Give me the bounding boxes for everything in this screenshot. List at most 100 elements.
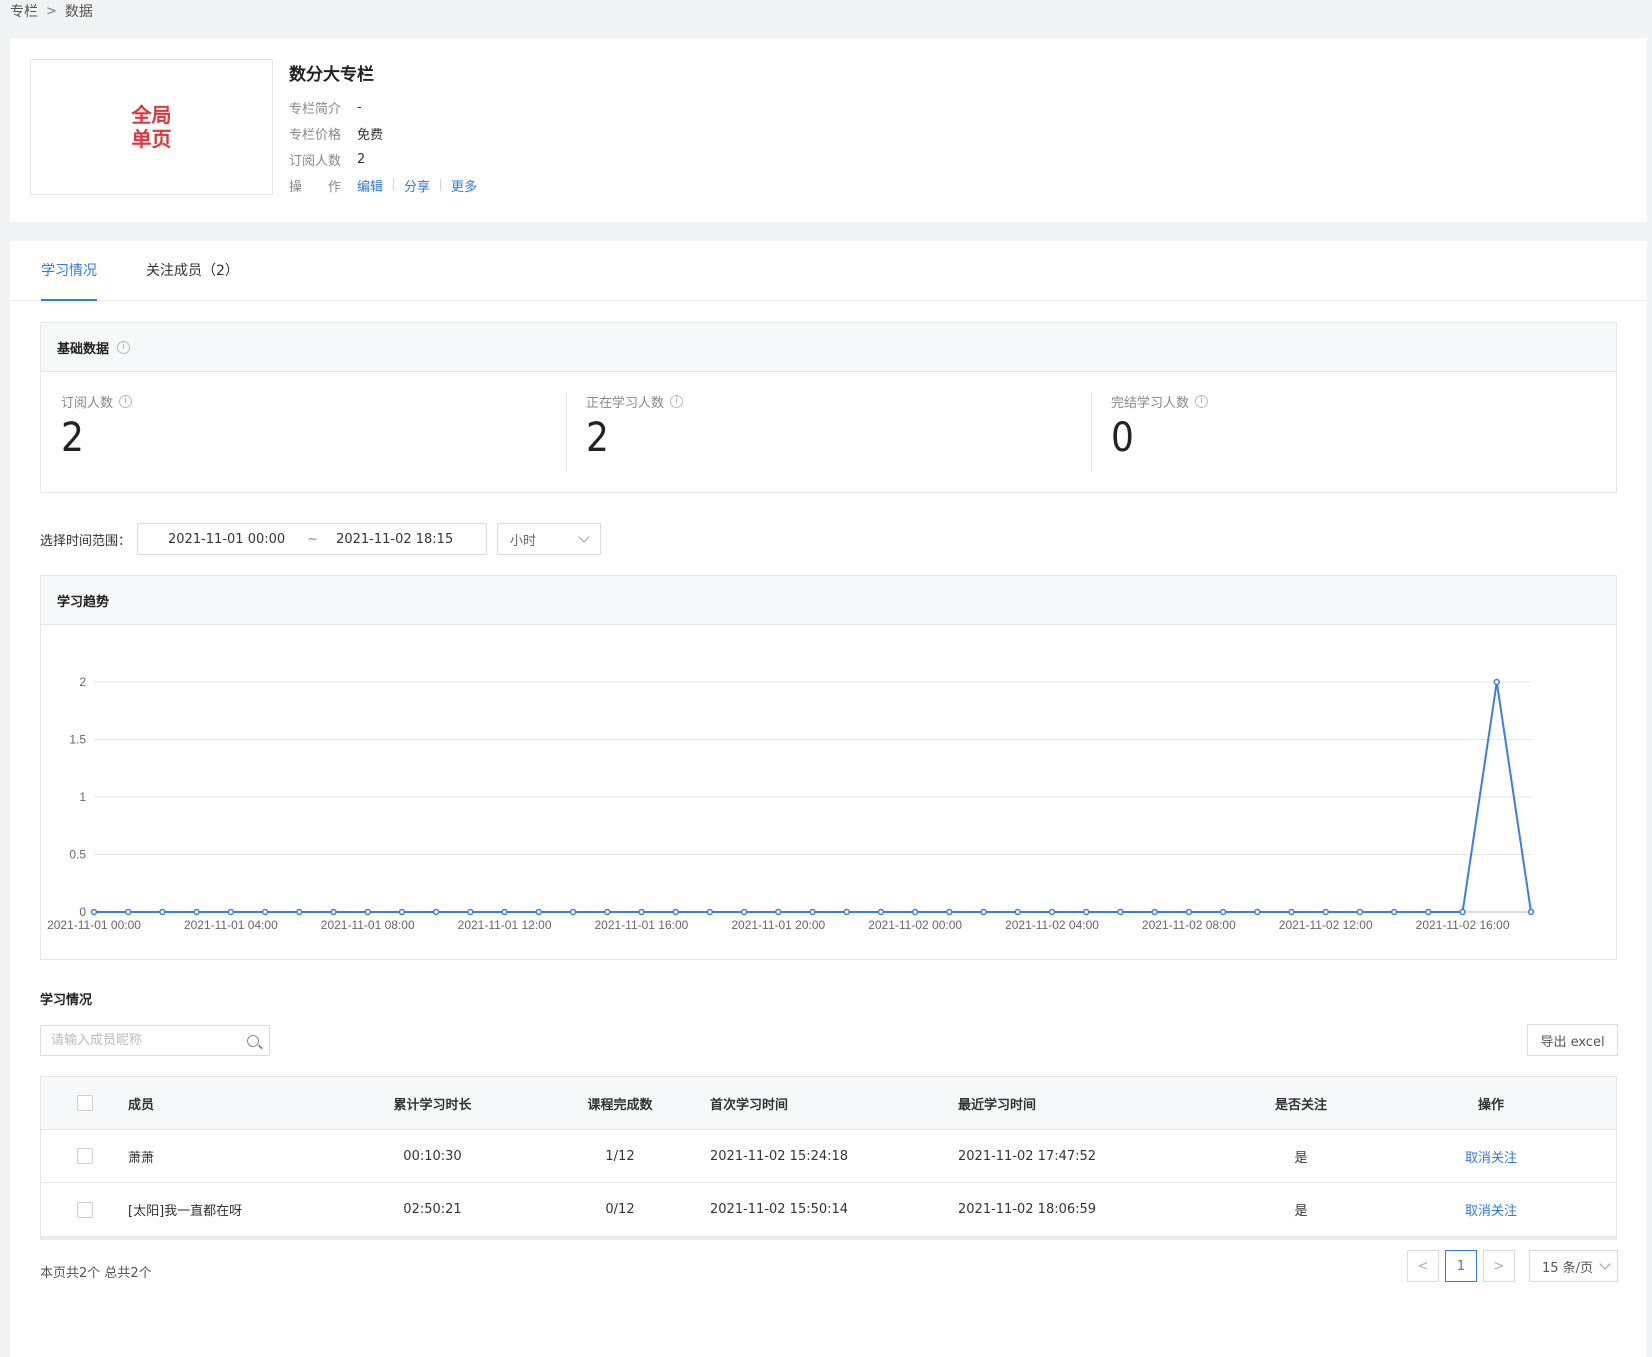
data-point[interactable]	[467, 908, 474, 916]
data-point[interactable]	[638, 908, 645, 916]
stat-value: 2	[61, 415, 85, 461]
member-search	[40, 1025, 270, 1056]
data-point[interactable]	[124, 908, 132, 916]
info-icon[interactable]: i	[670, 395, 684, 408]
trend-title: 学习趋势	[57, 594, 110, 610]
data-point[interactable]	[330, 908, 337, 916]
date-range-picker[interactable]: 2021-11-01 00:00 ~ 2021-11-02 18:15	[137, 523, 488, 555]
data-point[interactable]	[398, 908, 406, 916]
prev-page-button[interactable]: <	[1407, 1250, 1439, 1282]
data-point[interactable]	[1322, 908, 1329, 916]
chevron-down-icon	[578, 531, 590, 543]
edit-link[interactable]: 编辑	[357, 176, 383, 195]
data-point[interactable]	[261, 908, 269, 916]
unfollow-link[interactable]: 取消关注	[1465, 1204, 1517, 1219]
info-icon[interactable]: i	[119, 395, 133, 408]
next-page-button[interactable]: >	[1483, 1250, 1515, 1282]
x-tick-label: 2021-11-01 20:00	[731, 918, 825, 932]
data-point[interactable]	[1425, 908, 1432, 916]
header-operation: 操作	[1477, 1097, 1504, 1113]
data-point[interactable]	[501, 908, 508, 916]
data-point[interactable]	[1356, 908, 1364, 916]
range-start[interactable]: 2021-11-01 00:00	[168, 532, 285, 547]
data-point[interactable]	[1254, 908, 1261, 916]
data-point[interactable]	[603, 908, 611, 916]
table-header: 成员 累计学习时长 课程完成数 首次学习时间 最近学习时间 是否关注 操作	[41, 1077, 1616, 1130]
data-point[interactable]	[911, 908, 919, 916]
data-point[interactable]	[1288, 908, 1295, 916]
data-point[interactable]	[1185, 908, 1193, 916]
data-point[interactable]	[227, 908, 235, 916]
data-point[interactable]	[535, 908, 543, 916]
meta-intro-label: 专栏简介	[289, 101, 342, 117]
data-point[interactable]	[193, 908, 200, 916]
tab-study[interactable]: 学习情况	[41, 241, 97, 301]
page-button-current[interactable]: 1	[1445, 1250, 1477, 1282]
data-point[interactable]	[1219, 908, 1227, 916]
cover-text-line1: 全局	[131, 103, 172, 127]
data-point[interactable]	[775, 908, 782, 916]
search-icon[interactable]	[247, 1034, 259, 1047]
more-link[interactable]: 更多	[451, 176, 477, 195]
data-point[interactable]	[980, 908, 987, 916]
row-checkbox[interactable]	[76, 1148, 93, 1164]
data-point[interactable]	[706, 908, 714, 916]
data-point[interactable]	[1117, 908, 1124, 916]
stat-label: 完结学习人数	[1111, 396, 1190, 411]
data-point[interactable]	[432, 908, 440, 916]
range-end[interactable]: 2021-11-02 18:15	[336, 532, 453, 547]
granularity-value: 小时	[510, 533, 537, 549]
range-tilde: ~	[307, 531, 319, 547]
basic-data-title: 基础数据	[57, 341, 110, 357]
unfollow-link[interactable]: 取消关注	[1465, 1151, 1517, 1166]
export-excel-button[interactable]: 导出 excel	[1527, 1024, 1618, 1056]
data-point[interactable]	[877, 908, 885, 916]
share-link[interactable]: 分享	[404, 176, 430, 195]
header-first-time: 首次学习时间	[710, 1097, 789, 1113]
granularity-select[interactable]: 小时	[497, 523, 602, 555]
cell-duration: 00:10:30	[403, 1148, 462, 1164]
data-point[interactable]	[843, 908, 850, 916]
data-point[interactable]	[90, 908, 98, 916]
data-point[interactable]	[364, 908, 371, 916]
data-point[interactable]	[1048, 908, 1056, 916]
pager: < 1 >	[1407, 1250, 1521, 1282]
cell-completed: 1/12	[605, 1148, 635, 1164]
chevron-down-icon	[1599, 1258, 1611, 1270]
data-point[interactable]	[946, 908, 953, 916]
divider	[393, 179, 395, 191]
cell-member: 萧萧	[128, 1150, 155, 1166]
trend-header: 学习趋势	[41, 576, 1616, 625]
data-point[interactable]	[809, 908, 816, 916]
data-point[interactable]	[1151, 908, 1158, 916]
study-table: 成员 累计学习时长 课程完成数 首次学习时间 最近学习时间 是否关注 操作 萧萧…	[40, 1076, 1617, 1240]
data-point[interactable]	[569, 908, 577, 916]
meta-intro-value: -	[357, 99, 362, 115]
data-point[interactable]	[1493, 678, 1501, 686]
info-icon[interactable]: i	[117, 340, 131, 354]
data-point[interactable]	[740, 908, 748, 916]
data-point[interactable]	[1014, 908, 1022, 916]
data-point[interactable]	[1459, 908, 1466, 916]
tab-members[interactable]: 关注成员（2）	[146, 241, 239, 301]
select-all-checkbox[interactable]	[76, 1095, 93, 1111]
trend-chart: 0 0.5 1 1.5 2 2021-11-01 00:00 2021-11-01 04:0…	[47, 675, 1535, 932]
row-checkbox[interactable]	[76, 1201, 93, 1218]
cover-text-line2: 单页	[131, 127, 172, 151]
breadcrumb-item-column[interactable]: 专栏	[10, 1, 38, 21]
y-tick-label: 0.5	[69, 848, 86, 862]
data-point[interactable]	[672, 908, 679, 916]
x-tick-label: 2021-11-02 00:00	[868, 918, 962, 932]
data-point[interactable]	[1390, 908, 1398, 916]
data-point[interactable]	[1527, 908, 1535, 916]
header-following: 是否关注	[1274, 1097, 1327, 1113]
data-point[interactable]	[296, 908, 303, 916]
search-input[interactable]	[51, 1033, 247, 1048]
data-point[interactable]	[1082, 908, 1090, 916]
info-icon[interactable]: i	[1195, 395, 1209, 408]
table-row: 萧萧 00:10:30 1/12 2021-11-02 15:24:18 202…	[41, 1130, 1616, 1183]
page-size-select[interactable]: 15 条/页	[1529, 1250, 1618, 1282]
data-point[interactable]	[159, 908, 166, 916]
x-tick-label: 2021-11-02 12:00	[1279, 918, 1373, 932]
x-tick-label: 2021-11-01 00:00	[47, 918, 141, 932]
